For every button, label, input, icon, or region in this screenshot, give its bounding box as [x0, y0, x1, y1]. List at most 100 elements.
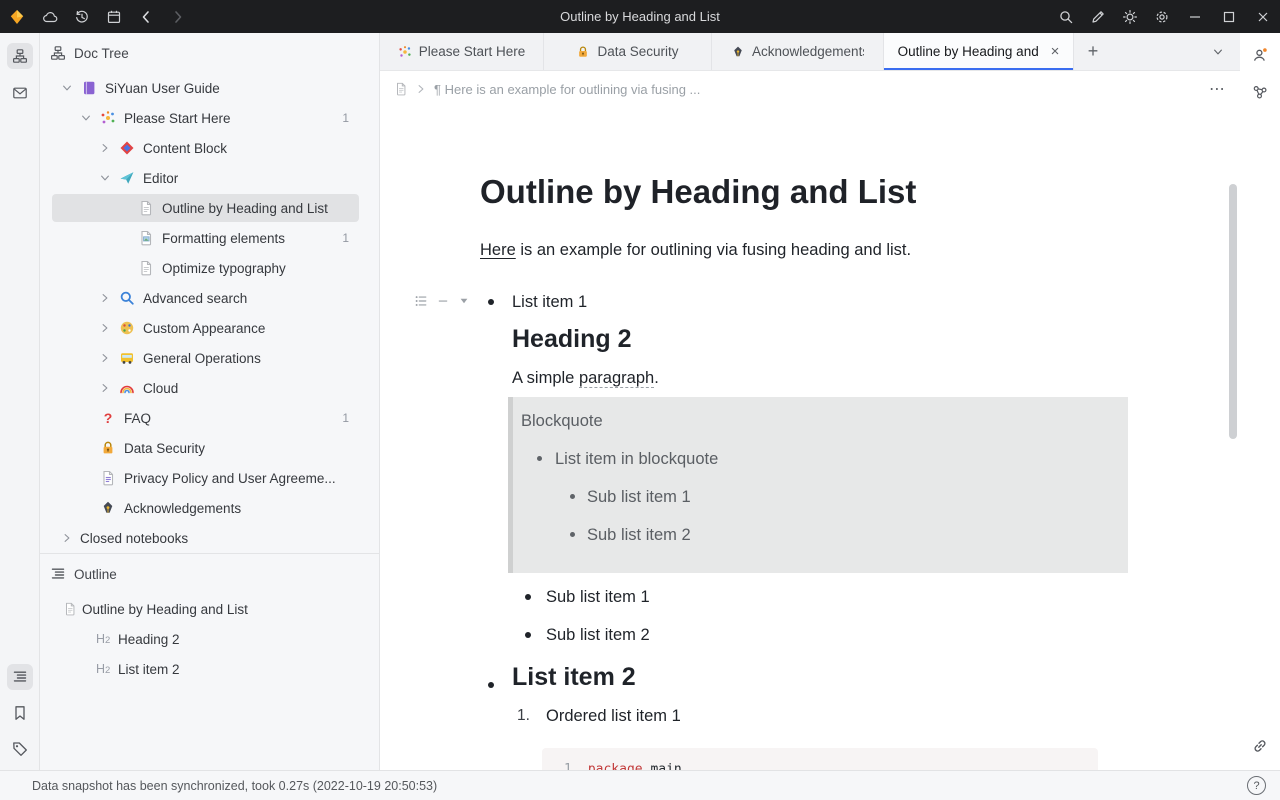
- titlebar-left-tools: [0, 0, 194, 33]
- data-history-button[interactable]: [66, 0, 98, 33]
- edit-mode-button[interactable]: [1082, 0, 1114, 33]
- go-back-button[interactable]: [130, 0, 162, 33]
- doctree-row[interactable]: Data Security: [40, 433, 379, 463]
- tab-list-menu-button[interactable]: [1196, 33, 1240, 70]
- doctree-row[interactable]: Advanced search: [40, 283, 379, 313]
- dock-doc-tree-button[interactable]: [7, 43, 33, 69]
- dock-tag-button[interactable]: [7, 736, 33, 762]
- doctree-row[interactable]: Optimize typography: [40, 253, 379, 283]
- intro-paragraph[interactable]: Here is an example for outlining via fus…: [480, 237, 1128, 263]
- list-gutter-icon[interactable]: [414, 294, 428, 308]
- chevron-right-icon[interactable]: [98, 351, 112, 365]
- bq-list-item[interactable]: List item in blockquote: [521, 447, 1112, 471]
- doctree-row[interactable]: Custom Appearance: [40, 313, 379, 343]
- outline-row[interactable]: Outline by Heading and List: [40, 594, 379, 624]
- code-block[interactable]: 1package main: [542, 748, 1098, 770]
- doctree-row[interactable]: General Operations: [40, 343, 379, 373]
- chevron-right-icon[interactable]: [98, 141, 112, 155]
- bq-sub-list-item[interactable]: Sub list item 1: [521, 485, 1112, 509]
- list-item-2[interactable]: List item 2 1. Ordered list item 1 1pack…: [480, 661, 1128, 770]
- help-button[interactable]: ?: [1247, 776, 1266, 795]
- doctree-row[interactable]: Formatting elements1: [40, 223, 379, 253]
- breadcrumb-block-text[interactable]: ¶ Here is an example for outlining via f…: [434, 82, 1202, 97]
- pen-icon: [731, 45, 745, 59]
- file-icon[interactable]: [394, 82, 408, 96]
- sub-item-text[interactable]: Sub list item 2: [546, 623, 1128, 647]
- daily-note-button[interactable]: [98, 0, 130, 33]
- doctree-row[interactable]: Privacy Policy and User Agreeme...: [40, 463, 379, 493]
- bq-sub-item-text[interactable]: Sub list item 1: [587, 485, 1112, 509]
- blockquote-text[interactable]: Blockquote: [521, 409, 1112, 433]
- more-icon[interactable]: ⋯: [1209, 79, 1226, 99]
- dock-account-button[interactable]: [1250, 45, 1270, 65]
- minimize-button[interactable]: [1178, 0, 1212, 33]
- settings-button[interactable]: [1146, 0, 1178, 33]
- doctree-row[interactable]: Please Start Here1: [40, 103, 379, 133]
- dock-inbox-button[interactable]: [7, 80, 33, 106]
- bq-sub-item-text[interactable]: Sub list item 2: [587, 523, 1112, 547]
- sub-item-text[interactable]: Sub list item 1: [546, 585, 1128, 609]
- bq-sub-list-item[interactable]: Sub list item 2: [521, 523, 1112, 547]
- editor-scrollbar[interactable]: [1229, 184, 1237, 439]
- chevron-right-icon[interactable]: [98, 321, 112, 335]
- dock-outline-button[interactable]: [7, 664, 33, 690]
- chevron-down-icon[interactable]: [79, 111, 93, 125]
- doctree-row[interactable]: Acknowledgements: [40, 493, 379, 523]
- bq-list-item-text[interactable]: List item in blockquote: [555, 447, 1112, 471]
- dock-bookmark-button[interactable]: [7, 700, 33, 726]
- dock-backlinks-button[interactable]: [1250, 736, 1270, 756]
- ordered-item-text[interactable]: Ordered list item 1: [546, 704, 1128, 728]
- doc-title-heading[interactable]: Outline by Heading and List: [480, 171, 1128, 213]
- outline-row[interactable]: H2List item 2: [40, 654, 379, 684]
- outline-item-label: List item 2: [118, 662, 180, 677]
- left-dock: [0, 33, 40, 770]
- doctree-row[interactable]: Content Block: [40, 133, 379, 163]
- outline-row[interactable]: H2Heading 2: [40, 624, 379, 654]
- theme-appearance-button[interactable]: [1114, 0, 1146, 33]
- chevron-down-icon[interactable]: [60, 81, 74, 95]
- ordered-list-item[interactable]: 1. Ordered list item 1: [512, 704, 1128, 728]
- chevron-right-icon[interactable]: [98, 291, 112, 305]
- list-item-1[interactable]: List item 1 Heading 2 A simple paragraph…: [480, 289, 1128, 647]
- doctree-row[interactable]: Cloud: [40, 373, 379, 403]
- sub-list-item[interactable]: Sub list item 1: [512, 585, 1128, 609]
- close-button[interactable]: [1246, 0, 1280, 33]
- block-gutter: [414, 294, 470, 308]
- list-heading-2[interactable]: List item 2: [512, 661, 1128, 693]
- doctree-row[interactable]: Editor: [40, 163, 379, 193]
- underlined-word[interactable]: paragraph: [579, 369, 654, 388]
- chevron-right-icon[interactable]: [60, 531, 74, 545]
- anchor-link[interactable]: Here: [480, 241, 516, 259]
- doctree-row[interactable]: FAQ1: [40, 403, 379, 433]
- doctree-row[interactable]: SiYuan User Guide: [40, 73, 379, 103]
- chevron-down-icon[interactable]: [98, 171, 112, 185]
- dock-graph-button[interactable]: [1250, 82, 1270, 102]
- doc-label: Advanced search: [143, 291, 247, 306]
- doctree-row-selected[interactable]: Outline by Heading and List: [40, 193, 379, 223]
- tab[interactable]: Acknowledgements: [712, 33, 884, 70]
- sync-cloud-button[interactable]: [34, 0, 66, 33]
- outline-header[interactable]: Outline: [40, 553, 379, 594]
- new-tab-button[interactable]: +: [1074, 33, 1112, 70]
- siyuan-logo-icon[interactable]: [0, 0, 34, 33]
- blockquote[interactable]: Blockquote List item in blockquote Sub l…: [508, 397, 1128, 573]
- tab[interactable]: Please Start Here: [380, 33, 544, 70]
- doctree-row[interactable]: Closed notebooks: [40, 523, 379, 553]
- simple-paragraph[interactable]: A simple paragraph.: [512, 365, 1128, 391]
- sub-list-item[interactable]: Sub list item 2: [512, 623, 1128, 647]
- list-item-gutter-icon[interactable]: [437, 295, 449, 307]
- search-button[interactable]: [1050, 0, 1082, 33]
- tab-active[interactable]: Outline by Heading and List×: [884, 33, 1074, 70]
- para-pre: A simple: [512, 369, 579, 387]
- doc-tree-header[interactable]: Doc Tree: [40, 33, 379, 73]
- heading-2[interactable]: Heading 2: [512, 323, 1128, 355]
- bullet-icon: [537, 456, 542, 461]
- tab[interactable]: Data Security: [544, 33, 712, 70]
- list-item-1-text[interactable]: List item 1: [512, 289, 1128, 315]
- tab-close-icon[interactable]: ×: [1051, 43, 1060, 60]
- caret-down-icon[interactable]: [458, 295, 470, 307]
- chevron-right-icon[interactable]: [98, 381, 112, 395]
- editor[interactable]: Outline by Heading and List Here is an e…: [380, 107, 1240, 770]
- maximize-button[interactable]: [1212, 0, 1246, 33]
- go-forward-button[interactable]: [162, 0, 194, 33]
